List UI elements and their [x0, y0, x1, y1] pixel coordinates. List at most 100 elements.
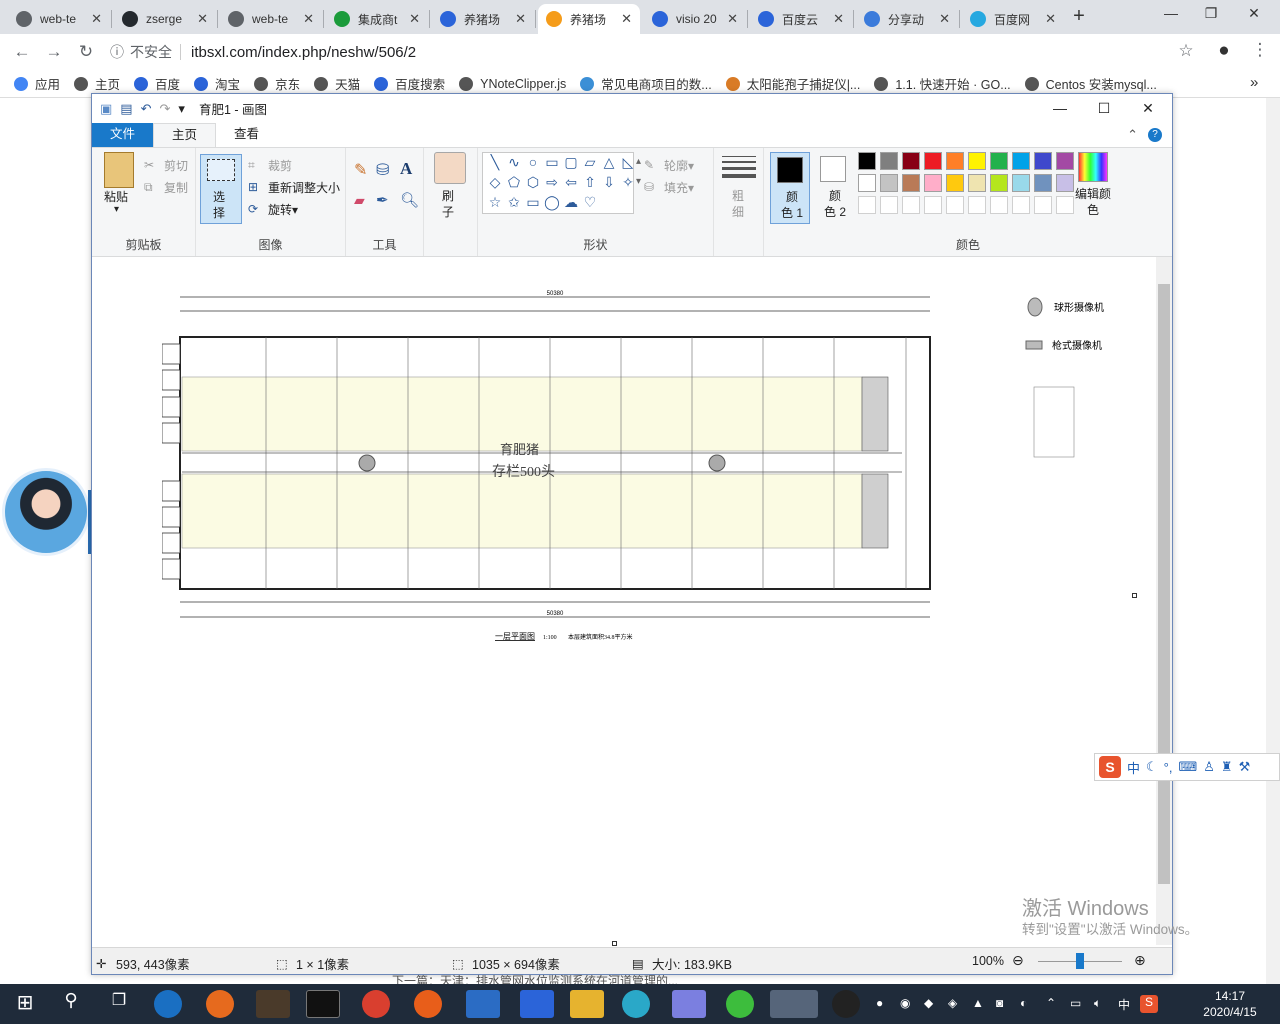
shape-option-icon[interactable]: ✧	[619, 174, 637, 191]
shape-option-icon[interactable]: ⇦	[562, 174, 580, 191]
color-swatch[interactable]	[1034, 152, 1052, 170]
wrench-icon[interactable]: ⚒	[1239, 759, 1251, 775]
canvas-scroll-thumb[interactable]	[1158, 284, 1170, 884]
browser-tab[interactable]: 百度网 ✕	[962, 4, 1064, 34]
wechat-icon[interactable]	[726, 990, 754, 1018]
undo-icon[interactable]: ↶	[141, 101, 152, 117]
tab-close-icon[interactable]: ✕	[833, 11, 844, 27]
zoom-out-button[interactable]: ⊖	[1012, 952, 1024, 969]
shape-option-icon[interactable]: △	[600, 154, 618, 171]
shapes-scroll-down-icon[interactable]: ▾	[636, 176, 641, 187]
tab-home[interactable]: 主页	[153, 123, 217, 147]
bookmark-item[interactable]: Centos 安装mysql...	[1024, 74, 1157, 93]
fill-bucket-icon[interactable]: ⛁	[376, 160, 389, 180]
shapes-scroll-up-icon[interactable]: ▴	[636, 156, 641, 167]
color-swatch[interactable]	[946, 196, 964, 214]
save-icon[interactable]: ▤	[120, 101, 132, 117]
tab-close-icon[interactable]: ✕	[197, 11, 208, 27]
shape-option-icon[interactable]: ▢	[562, 154, 580, 171]
color-swatch[interactable]	[968, 152, 986, 170]
shape-option-icon[interactable]: ⬠	[505, 174, 523, 191]
shape-option-icon[interactable]: ☁	[562, 194, 580, 211]
shape-option-icon[interactable]: ⇧	[581, 174, 599, 191]
profile-icon[interactable]: ●	[1214, 40, 1234, 62]
color-swatch[interactable]	[880, 196, 898, 214]
browser-tab[interactable]: web-te ✕	[220, 4, 322, 34]
ime-language[interactable]: 中	[1127, 758, 1140, 777]
color-swatch[interactable]	[1056, 174, 1074, 192]
color-swatch[interactable]	[858, 196, 876, 214]
tray-icon[interactable]: ◈	[948, 996, 957, 1010]
start-windows-icon[interactable]: ⊞	[8, 990, 42, 1018]
resize-handle-right[interactable]	[1132, 593, 1137, 598]
tab-file[interactable]: 文件	[92, 123, 154, 147]
tray-icon[interactable]: ◙	[996, 996, 1003, 1010]
shape-option-icon[interactable]: ○	[524, 154, 542, 170]
firefox-icon[interactable]	[206, 990, 234, 1018]
quick-access-dropdown-icon[interactable]: ▾	[178, 101, 185, 117]
resize-button[interactable]: ⊞ 重新调整大小	[248, 179, 340, 196]
sogou-tray-icon[interactable]: S	[1140, 995, 1158, 1013]
bookmark-item[interactable]: 天猫	[314, 74, 360, 93]
redo-icon[interactable]: ↷	[160, 101, 171, 117]
help-icon[interactable]: ?	[1148, 128, 1162, 142]
color-swatch[interactable]	[990, 174, 1008, 192]
url-text[interactable]: itbsxl.com/index.php/neshw/506/2	[191, 44, 416, 61]
text-icon[interactable]: A	[400, 159, 412, 179]
user-icon[interactable]: ♙	[1203, 759, 1215, 775]
browser-tab[interactable]: 百度云 ✕	[750, 4, 852, 34]
minimize-button[interactable]: —	[1153, 5, 1189, 27]
new-tab-button[interactable]: +	[1068, 6, 1090, 28]
punctuation-icon[interactable]: °,	[1164, 760, 1173, 775]
terminal-icon[interactable]	[306, 990, 340, 1018]
rotate-button[interactable]: ⟳ 旋转 ▾	[248, 201, 298, 218]
browser-tab[interactable]: web-te ✕	[8, 4, 110, 34]
bookmark-item[interactable]: 应用	[14, 74, 60, 93]
reload-icon[interactable]: ↻	[76, 42, 96, 62]
app-icon[interactable]	[466, 990, 500, 1018]
bookmark-star-icon[interactable]: ☆	[1176, 41, 1196, 61]
size-lines-icon[interactable]	[722, 156, 756, 178]
close-window-button[interactable]: ✕	[1236, 5, 1272, 27]
clock[interactable]: 14:17 2020/4/15	[1195, 988, 1265, 1020]
tab-close-icon[interactable]: ✕	[303, 11, 314, 27]
shape-option-icon[interactable]: ∿	[505, 154, 523, 171]
network-icon[interactable]: ▭	[1070, 996, 1081, 1010]
customer-service-avatar[interactable]	[2, 468, 90, 556]
bookmark-item[interactable]: 淘宝	[194, 74, 240, 93]
color-swatch[interactable]	[902, 174, 920, 192]
color-swatch[interactable]	[968, 174, 986, 192]
color-swatch[interactable]	[1056, 196, 1074, 214]
outline-button[interactable]: ✎ 轮廓 ▾	[644, 157, 694, 174]
color-swatch[interactable]	[990, 196, 1008, 214]
zoom-in-button[interactable]: ⊕	[1134, 952, 1146, 969]
cut-button[interactable]: ✂ 剪切	[144, 157, 188, 174]
more-bookmarks-icon[interactable]: »	[1250, 74, 1258, 91]
sublime-icon[interactable]	[256, 990, 290, 1018]
tray-lang[interactable]: 中	[1118, 996, 1130, 1013]
shape-option-icon[interactable]: ⇩	[600, 174, 618, 191]
tray-wechat-icon[interactable]: ●	[876, 996, 883, 1010]
eraser-icon[interactable]: ▰	[354, 192, 365, 209]
color2-button[interactable]: 颜色 2	[814, 152, 854, 224]
bookmark-item[interactable]: 百度搜索	[374, 74, 445, 93]
color-swatch[interactable]	[880, 174, 898, 192]
forward-icon[interactable]: →	[44, 42, 64, 62]
brush-button[interactable]: 刷子	[442, 188, 456, 220]
color-swatch[interactable]	[990, 152, 1008, 170]
edit-colors-icon[interactable]	[1078, 152, 1108, 182]
color-swatch[interactable]	[968, 196, 986, 214]
browser-tab[interactable]: 养猪场 ✕	[538, 4, 640, 34]
back-icon[interactable]: ←	[12, 42, 32, 62]
color-swatch[interactable]	[924, 174, 942, 192]
tray-icon[interactable]: ◉	[900, 996, 910, 1010]
paste-icon[interactable]	[104, 152, 134, 188]
color-swatch[interactable]	[1056, 152, 1074, 170]
size-button[interactable]: 粗细	[732, 188, 746, 220]
color-swatch[interactable]	[1034, 196, 1052, 214]
color-swatch[interactable]	[924, 152, 942, 170]
color-swatch[interactable]	[858, 174, 876, 192]
magnifier-icon[interactable]: 🔍︎	[400, 191, 419, 209]
tab-close-icon[interactable]: ✕	[409, 11, 420, 27]
shape-option-icon[interactable]: ⇨	[543, 174, 561, 191]
